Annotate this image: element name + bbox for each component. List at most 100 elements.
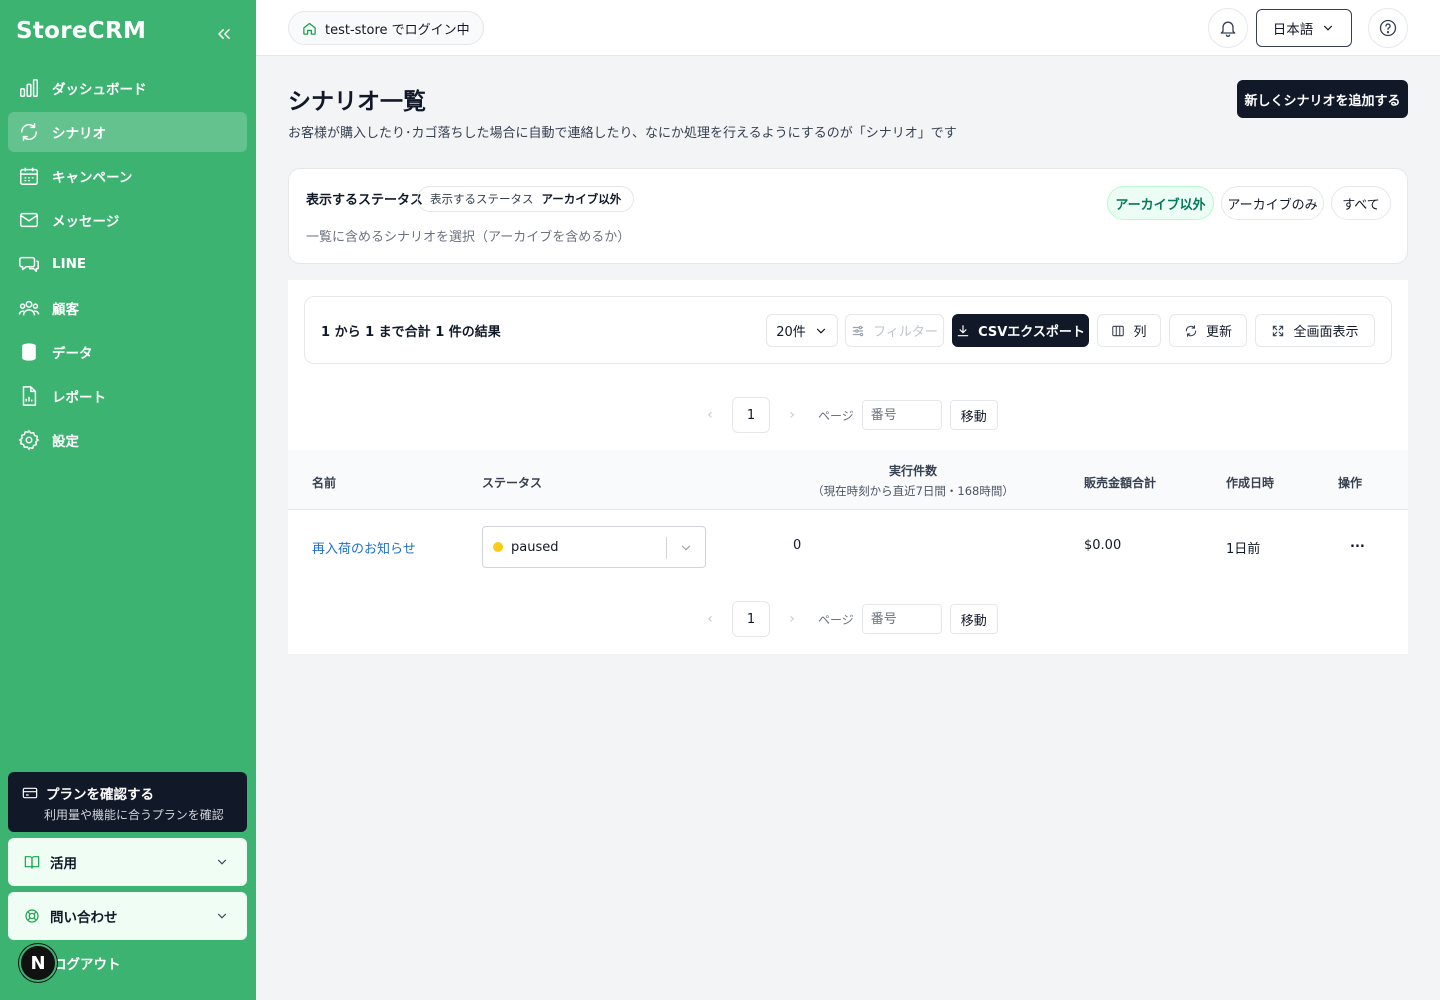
page-label: ページ: [818, 612, 854, 627]
column-header-status[interactable]: ステータス: [482, 474, 542, 491]
page-jump-input[interactable]: [861, 604, 942, 634]
sidebar-item-label: シナリオ: [52, 126, 106, 142]
status-filter-help: 一覧に含めるシナリオを選択（アーカイブを含めるか）: [306, 230, 631, 245]
file-chart-icon: [22, 386, 37, 406]
bell-icon: [1220, 21, 1236, 37]
bar-chart-icon: [20, 79, 38, 97]
database-icon: [21, 342, 37, 362]
segment-archived-only[interactable]: アーカイブのみ: [1221, 186, 1324, 220]
status-dot: [493, 542, 503, 552]
store-indicator[interactable]: test-store でログイン中: [288, 11, 484, 45]
app-logo: StoreCRM: [16, 18, 147, 44]
page-description: お客様が購入したり･カゴ落ちした場合に自動で連絡したり、なにか処理を行えるように…: [288, 126, 957, 141]
language-label: 日本語: [1272, 22, 1314, 38]
page-jump-button[interactable]: 移動: [949, 400, 998, 430]
refresh-label: 更新: [1205, 325, 1232, 340]
sidebar-nav: ダッシュボード シナリオ キャンペーン メッセージ LINE 顧客 データ レポ…: [8, 68, 247, 464]
lifebuoy-icon: [25, 909, 39, 923]
contact-label: 問い合わせ: [50, 910, 118, 926]
plan-card[interactable]: プランを確認する 利用量や機能に合うプランを確認: [8, 772, 247, 832]
logout-label: ログアウト: [53, 957, 121, 973]
columns-button[interactable]: 列: [1097, 314, 1161, 347]
column-header-executions[interactable]: 実行件数 （現在時刻から直近7日間・168時間）: [808, 462, 1018, 499]
sidebar-item-scenario[interactable]: シナリオ: [8, 112, 247, 152]
logout-button[interactable]: N ログアウト: [8, 944, 121, 982]
sidebar-item-label: レポート: [52, 390, 106, 406]
sidebar-item-label: 設定: [52, 434, 79, 450]
download-icon: [957, 324, 969, 336]
sidebar-item-label: 顧客: [52, 302, 79, 318]
book-icon: [24, 856, 40, 869]
columns-icon: [1112, 325, 1125, 336]
chevron-down-icon: [816, 328, 825, 334]
sidebar-item-message[interactable]: メッセージ: [8, 200, 247, 240]
column-header-sales[interactable]: 販売金額合計: [1084, 474, 1156, 491]
row-actions-button[interactable]: ...: [1350, 536, 1365, 551]
table-row: 再入荷のお知らせ paused 0 $0.00 1日前 ...: [288, 510, 1408, 584]
result-count: 1 から 1 まで合計 1 件の結果: [321, 325, 501, 340]
scenario-name-link[interactable]: 再入荷のお知らせ: [312, 538, 416, 557]
page-number-current[interactable]: 1: [732, 397, 770, 433]
users-icon: [18, 300, 40, 316]
segment-all[interactable]: すべて: [1331, 186, 1391, 220]
page-label: ページ: [818, 408, 854, 423]
page-jump-input[interactable]: [861, 400, 942, 430]
home-icon: [303, 22, 316, 35]
filter-label: フィルター: [873, 325, 938, 340]
table-toolbar: 1 から 1 まで合計 1 件の結果 20件 フィルター CSVエクスポート 列…: [304, 296, 1392, 364]
status-filter-card: 表示するステータス 表示するステータス アーカイブ以外 一覧に含めるシナリオを選…: [288, 168, 1408, 264]
next-page-icon[interactable]: ›: [782, 611, 802, 627]
utilize-label: 活用: [50, 856, 77, 872]
mail-icon: [20, 212, 38, 228]
sidebar-item-customers[interactable]: 顧客: [8, 288, 247, 328]
sidebar: StoreCRM ダッシュボード シナリオ キャンペーン メッセージ LINE …: [0, 0, 256, 1000]
sidebar-item-data[interactable]: データ: [8, 332, 247, 372]
sidebar-item-label: ダッシュボード: [52, 82, 147, 98]
executions-header-sub: （現在時刻から直近7日間・168時間）: [812, 484, 1014, 498]
sidebar-item-line[interactable]: LINE: [8, 244, 247, 284]
contact-accordion[interactable]: 問い合わせ: [8, 892, 247, 940]
chat-icon: [19, 256, 39, 273]
sidebar-item-label: キャンペーン: [52, 170, 133, 186]
add-scenario-button[interactable]: 新しくシナリオを追加する: [1237, 80, 1408, 118]
help-button[interactable]: [1368, 8, 1408, 48]
status-chip-value: アーカイブ以外: [541, 192, 622, 206]
page-number-current[interactable]: 1: [732, 601, 770, 637]
chevron-down-icon: [217, 913, 227, 919]
avatar[interactable]: N: [19, 944, 57, 982]
chevron-down-icon: [1324, 25, 1333, 31]
sales-total: $0.00: [1084, 538, 1122, 553]
page-size-select[interactable]: 20件: [766, 314, 838, 347]
filter-button[interactable]: フィルター: [845, 314, 944, 347]
prev-page-icon[interactable]: ‹: [700, 611, 720, 627]
help-circle-icon: [1379, 19, 1397, 37]
next-page-icon[interactable]: ›: [782, 407, 802, 423]
sidebar-item-label: メッセージ: [52, 214, 120, 230]
collapse-sidebar-icon[interactable]: [214, 24, 234, 44]
sliders-icon: [852, 325, 864, 336]
pagination-top: ‹ 1 › ページ 移動: [700, 397, 998, 433]
segment-non-archived[interactable]: アーカイブ以外: [1107, 186, 1214, 220]
gear-icon: [18, 429, 40, 451]
status-value: paused: [511, 539, 559, 555]
plan-title: プランを確認する: [46, 787, 154, 803]
column-header-name[interactable]: 名前: [312, 474, 336, 491]
chevron-down-icon: [681, 545, 691, 551]
sidebar-item-report[interactable]: レポート: [8, 376, 247, 416]
utilize-accordion[interactable]: 活用: [8, 838, 247, 886]
column-header-created[interactable]: 作成日時: [1226, 474, 1274, 491]
status-filter-label: 表示するステータス: [306, 193, 424, 208]
notification-button[interactable]: [1208, 8, 1248, 48]
language-select[interactable]: 日本語: [1256, 9, 1352, 47]
sidebar-item-campaign[interactable]: キャンペーン: [8, 156, 247, 196]
prev-page-icon[interactable]: ‹: [700, 407, 720, 423]
sidebar-item-dashboard[interactable]: ダッシュボード: [8, 68, 247, 108]
fullscreen-button[interactable]: 全画面表示: [1255, 314, 1375, 347]
page-jump-button[interactable]: 移動: [949, 604, 998, 634]
csv-export-button[interactable]: CSVエクスポート: [952, 314, 1089, 347]
sidebar-item-settings[interactable]: 設定: [8, 420, 247, 460]
executions-header-label: 実行件数: [888, 464, 937, 478]
status-select[interactable]: paused: [482, 526, 706, 568]
refresh-button[interactable]: 更新: [1169, 314, 1247, 347]
pagination-bottom: ‹ 1 › ページ 移動: [700, 601, 998, 637]
